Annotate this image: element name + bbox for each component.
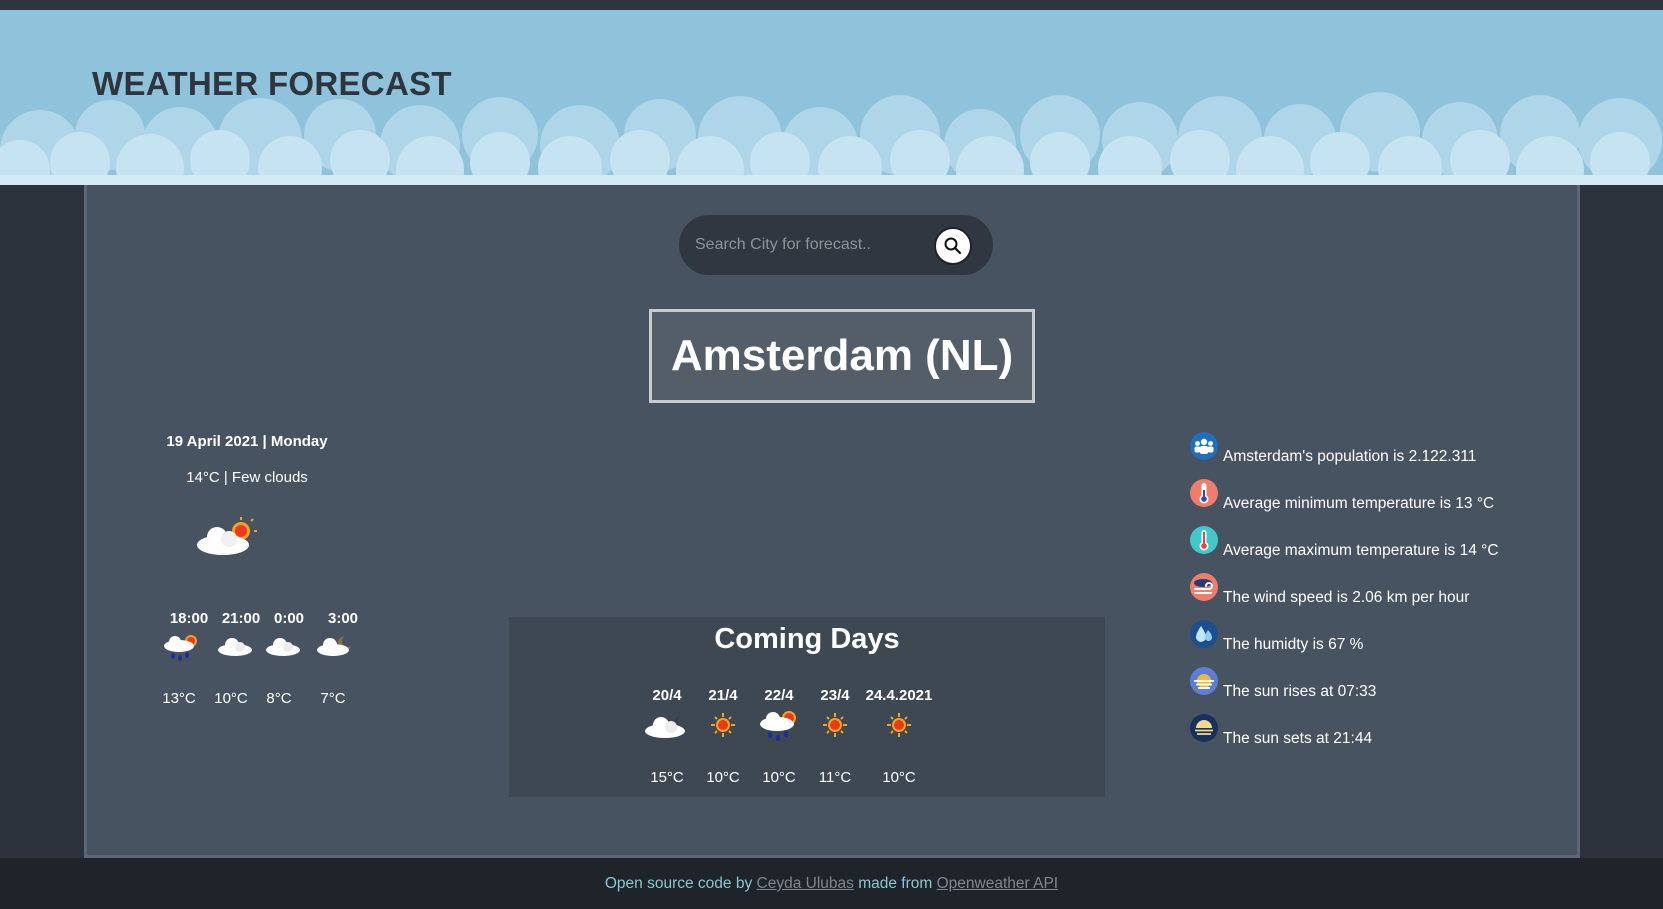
sun-icon	[887, 713, 911, 737]
hour-time: 0:00	[273, 610, 305, 627]
day-item: 24.4.2021 10°C	[859, 687, 939, 786]
author-link[interactable]: Ceyda Ulubas	[757, 875, 854, 892]
humidity-icon	[1190, 620, 1218, 648]
site-title: WEATHER FORECAST	[92, 65, 452, 102]
rain-sun-cloud-icon	[164, 635, 197, 661]
header-banner: WEATHER FORECAST	[0, 10, 1663, 185]
search-icon	[944, 237, 962, 255]
hour-time: 18:00	[169, 610, 209, 627]
hourly-item: 18:00 13°C	[159, 610, 219, 707]
search-button[interactable]	[934, 227, 972, 265]
hour-temp: 7°C	[320, 690, 346, 707]
top-bar	[0, 0, 1663, 10]
fact-wind: The wind speed is 2.06 km per hour	[1189, 572, 1549, 608]
sunset-icon	[1190, 714, 1218, 742]
fact-text: The wind speed is 2.06 km per hour	[1223, 589, 1470, 606]
sun-icon	[823, 713, 847, 737]
coming-days-panel: Coming Days 20/4 15°C 21/4 10°C 22/4 10°…	[509, 617, 1105, 797]
fact-humidity: The humidty is 67 %	[1189, 619, 1549, 655]
city-title-box: Amsterdam (NL)	[649, 309, 1035, 403]
cloud-moon-icon	[645, 715, 690, 738]
hour-temp: 10°C	[214, 690, 248, 707]
fact-population: Amsterdam's population is 2.122.311	[1189, 431, 1549, 467]
thermometer-high-icon	[1190, 526, 1218, 554]
thermometer-low-icon	[1190, 479, 1218, 507]
fact-text: The sun rises at 07:33	[1223, 683, 1377, 700]
hour-time: 3:00	[327, 610, 359, 627]
hour-temp: 8°C	[266, 690, 292, 707]
wind-icon	[1190, 573, 1218, 601]
population-icon	[1190, 432, 1218, 460]
fact-min-temp: Average minimum temperature is 13 °C	[1189, 478, 1549, 514]
fact-sunrise: The sun rises at 07:33	[1189, 666, 1549, 702]
footer-prefix: Open source code by	[604, 875, 753, 892]
footer-middle: made from	[858, 875, 933, 892]
fact-text: The humidty is 67 %	[1223, 636, 1364, 653]
coming-days-title: Coming Days	[714, 623, 900, 655]
fact-max-temp: Average maximum temperature is 14 °C	[1189, 525, 1549, 561]
hourly-item: 0:00 8°C	[259, 610, 319, 707]
cloud-icon	[266, 638, 300, 656]
day-date: 24.4.2021	[865, 687, 933, 704]
fact-text: Average maximum temperature is 14 °C	[1223, 542, 1499, 559]
sun-behind-cloud-icon	[197, 517, 257, 555]
footer: Open source code by Ceyda Ulubas made fr…	[0, 858, 1663, 909]
today-date: 19 April 2021 | Monday	[166, 433, 328, 450]
rain-sun-cloud-icon	[760, 711, 796, 742]
hour-temp: 13°C	[162, 690, 196, 707]
cloud-icon	[218, 638, 252, 656]
main-panel: Amsterdam (NL) 19 April 2021 | Monday 14…	[84, 185, 1580, 858]
search-bar	[679, 215, 993, 275]
fact-sunset: The sun sets at 21:44	[1189, 713, 1549, 749]
hourly-item: 3:00 7°C	[313, 610, 373, 707]
fact-text: Amsterdam's population is 2.122.311	[1223, 448, 1477, 465]
sun-icon	[711, 713, 735, 737]
api-link[interactable]: Openweather API	[937, 875, 1059, 892]
day-temp: 10°C	[882, 769, 916, 786]
city-name: Amsterdam (NL)	[670, 331, 1014, 380]
search-input[interactable]	[695, 233, 925, 257]
fact-text: Average minimum temperature is 13 °C	[1223, 495, 1495, 512]
fact-text: The sun sets at 21:44	[1223, 730, 1373, 747]
today-description: 14°C | Few clouds	[186, 469, 308, 486]
cloud-moon-icon	[317, 635, 354, 656]
sunrise-icon	[1190, 667, 1218, 695]
